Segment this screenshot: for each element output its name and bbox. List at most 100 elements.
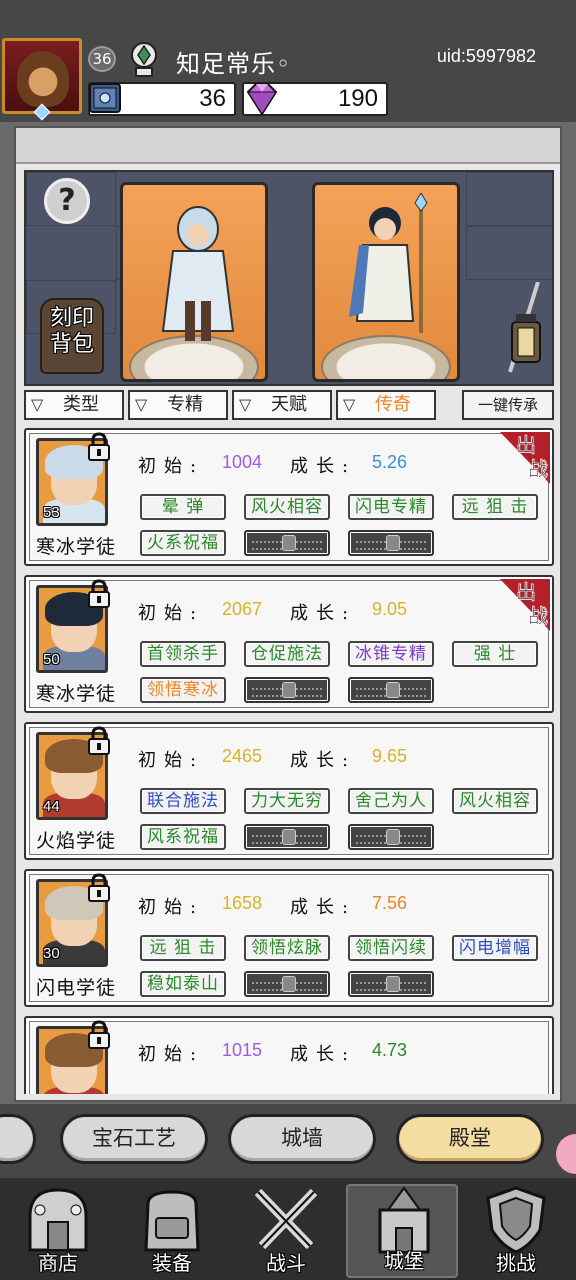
engraving-bag-button[interactable]: 刻印背包	[42, 306, 102, 358]
hero-stage-right[interactable]	[312, 182, 460, 382]
skill-slot[interactable]: 首领杀手	[140, 641, 226, 667]
skill-slot[interactable]: 舍己为人	[348, 788, 434, 814]
locked-skill-slot[interactable]	[244, 971, 330, 997]
growth-label: 成长:	[290, 456, 357, 477]
locked-skill-slot[interactable]	[348, 971, 434, 997]
player-name: 知足常乐◦	[176, 50, 292, 78]
locked-skill-slot[interactable]	[348, 824, 434, 850]
character-card[interactable]: 53 寒冰学徒 初始: 1004 成长: 5.26 晕 弹风火相容 闪电专精远 狙 击火系祝福…	[24, 428, 554, 566]
skill-slot[interactable]: 闪电专精	[348, 494, 434, 520]
ice-mage-figure	[161, 206, 235, 341]
filter-talent[interactable]: ▽ 天赋	[232, 390, 332, 420]
skill-slot[interactable]: 仓促施法	[244, 641, 330, 667]
rank-trophy-icon[interactable]	[124, 40, 164, 80]
help-button[interactable]: ?	[44, 178, 90, 224]
subtab-city-wall[interactable]: 城墙	[228, 1114, 376, 1164]
character-card[interactable]: 50 寒冰学徒 初始: 2067 成长: 9.05 首领杀手 仓促施法 冰锥专精强 壮领悟寒冰 出…	[24, 575, 554, 713]
chevron-down-icon: ▽	[239, 395, 252, 414]
book-count: 36	[199, 85, 226, 112]
filter-label: 专精	[167, 394, 203, 415]
skill-slot[interactable]: 风火相容	[452, 788, 538, 814]
gem-count: 190	[337, 85, 378, 112]
skill-slot[interactable]: 晕 弹	[140, 494, 226, 520]
chevron-down-icon: ▽	[343, 395, 356, 414]
skill-slot[interactable]: 火系祝福	[140, 530, 226, 556]
wall-brick	[466, 172, 552, 226]
growth-value: 5.26	[372, 452, 408, 472]
skill-slot[interactable]: 风系祝福	[140, 824, 226, 850]
lock-icon[interactable]	[86, 726, 112, 756]
locked-skill-slot[interactable]	[244, 677, 330, 703]
nav-shop[interactable]: 商店	[2, 1184, 114, 1278]
nav-equipment[interactable]: 装备	[116, 1184, 228, 1278]
castle-subtabs: 宝石工艺 城墙 殿堂	[0, 1104, 576, 1178]
nav-label: 战斗	[266, 1251, 306, 1275]
locked-skill-slot[interactable]	[348, 530, 434, 556]
initial-label: 初始:	[138, 750, 205, 771]
subtab-hall[interactable]: 殿堂	[396, 1114, 544, 1164]
growth-value: 9.05	[372, 599, 408, 619]
one-click-inherit-button[interactable]: 一键传承	[462, 390, 554, 420]
character-list[interactable]: 53 寒冰学徒 初始: 1004 成长: 5.26 晕 弹风火相容 闪电专精远 狙 击火系祝福…	[24, 428, 554, 1094]
skill-slot[interactable]: 领悟寒冰	[140, 677, 226, 703]
locked-skill-slot[interactable]	[244, 824, 330, 850]
initial-value: 1015	[222, 1040, 263, 1060]
filter-label: 天赋	[271, 394, 307, 415]
skill-slot[interactable]: 远 狙 击	[140, 935, 226, 961]
character-name: 闪电学徒	[36, 977, 117, 999]
character-name: 寒冰学徒	[36, 536, 117, 558]
nav-label: 城堡	[384, 1249, 424, 1273]
lock-icon[interactable]	[86, 432, 112, 462]
lock-icon[interactable]	[86, 873, 112, 903]
hero-stage-left[interactable]	[120, 182, 268, 382]
floating-bili-icon[interactable]	[556, 1134, 576, 1174]
top-bar: 36 知足常乐◦ uid:5997982 36 190	[0, 0, 576, 122]
nav-battle[interactable]: 战斗	[230, 1184, 342, 1278]
character-level: 50	[43, 651, 60, 668]
deployed-tag-text: 战	[528, 604, 548, 628]
filter-legend[interactable]: ▽ 传奇	[336, 390, 436, 420]
character-card[interactable]: 30 闪电学徒 初始: 1658 成长: 7.56 远 狙 击领悟炫脉 领悟闪续 闪电增幅 稳如泰…	[24, 869, 554, 1007]
nav-castle[interactable]: 城堡	[346, 1184, 458, 1278]
lock-icon[interactable]	[86, 1020, 112, 1050]
deployed-tag: 出战	[500, 579, 550, 631]
skill-slot[interactable]: 远 狙 击	[452, 494, 538, 520]
skill-slot[interactable]: 冰锥专精	[348, 641, 434, 667]
skill-slot[interactable]: 风火相容	[244, 494, 330, 520]
initial-label: 初始:	[138, 603, 205, 624]
player-level-badge: 36	[88, 46, 116, 72]
hero-showcase: ? 刻印背包	[24, 170, 554, 386]
skill-slot[interactable]: 强 壮	[452, 641, 538, 667]
skill-slot[interactable]: 联合施法	[140, 788, 226, 814]
character-level: 53	[43, 504, 60, 521]
filter-bar: ▽ 类型 ▽ 专精 ▽ 天赋 ▽ 传奇 一键传承	[24, 390, 554, 422]
growth-value: 9.65	[372, 746, 408, 766]
shop-icon	[28, 1188, 88, 1252]
lock-icon[interactable]	[86, 579, 112, 609]
subtab-gem-craft[interactable]: 宝石工艺	[60, 1114, 208, 1164]
locked-skill-slot[interactable]	[244, 530, 330, 556]
wall-brick	[466, 226, 552, 280]
character-name: 寒冰学徒	[36, 683, 117, 705]
crossed-swords-icon	[254, 1188, 318, 1250]
character-card[interactable]: 44 火焰学徒 初始: 2465 成长: 9.65 联合施法 力大无穷 舍己为人 风火相容 风系祝福	[24, 722, 554, 860]
skill-slot[interactable]: 闪电增幅	[452, 935, 538, 961]
skill-slot[interactable]: 领悟炫脉	[244, 935, 330, 961]
frost-apprentice-figure	[349, 193, 428, 333]
spellbook-icon	[89, 83, 121, 113]
filter-type[interactable]: ▽ 类型	[24, 390, 124, 420]
character-card[interactable]: 初始: 1015 成长: 4.73	[24, 1016, 554, 1094]
initial-value: 2067	[222, 599, 263, 619]
skill-slot[interactable]: 力大无穷	[244, 788, 330, 814]
initial-label: 初始:	[138, 1044, 205, 1065]
skill-slot[interactable]: 稳如泰山	[140, 971, 226, 997]
locked-skill-slot[interactable]	[348, 677, 434, 703]
subtab-prev-edge[interactable]	[0, 1114, 36, 1164]
skill-slot[interactable]: 领悟闪续	[348, 935, 434, 961]
nav-challenge[interactable]: 挑战	[460, 1184, 572, 1278]
bottom-nav: 商店 装备 战斗 城堡 挑战	[0, 1178, 576, 1280]
shield-icon	[486, 1186, 546, 1254]
filter-specialization[interactable]: ▽ 专精	[128, 390, 228, 420]
avatar-portrait	[17, 51, 69, 107]
main-panel: ? 刻印背包 ▽ 类型 ▽ 专精 ▽ 天赋 ▽ 传奇 一键传承 53 寒冰学徒 …	[0, 122, 576, 1104]
